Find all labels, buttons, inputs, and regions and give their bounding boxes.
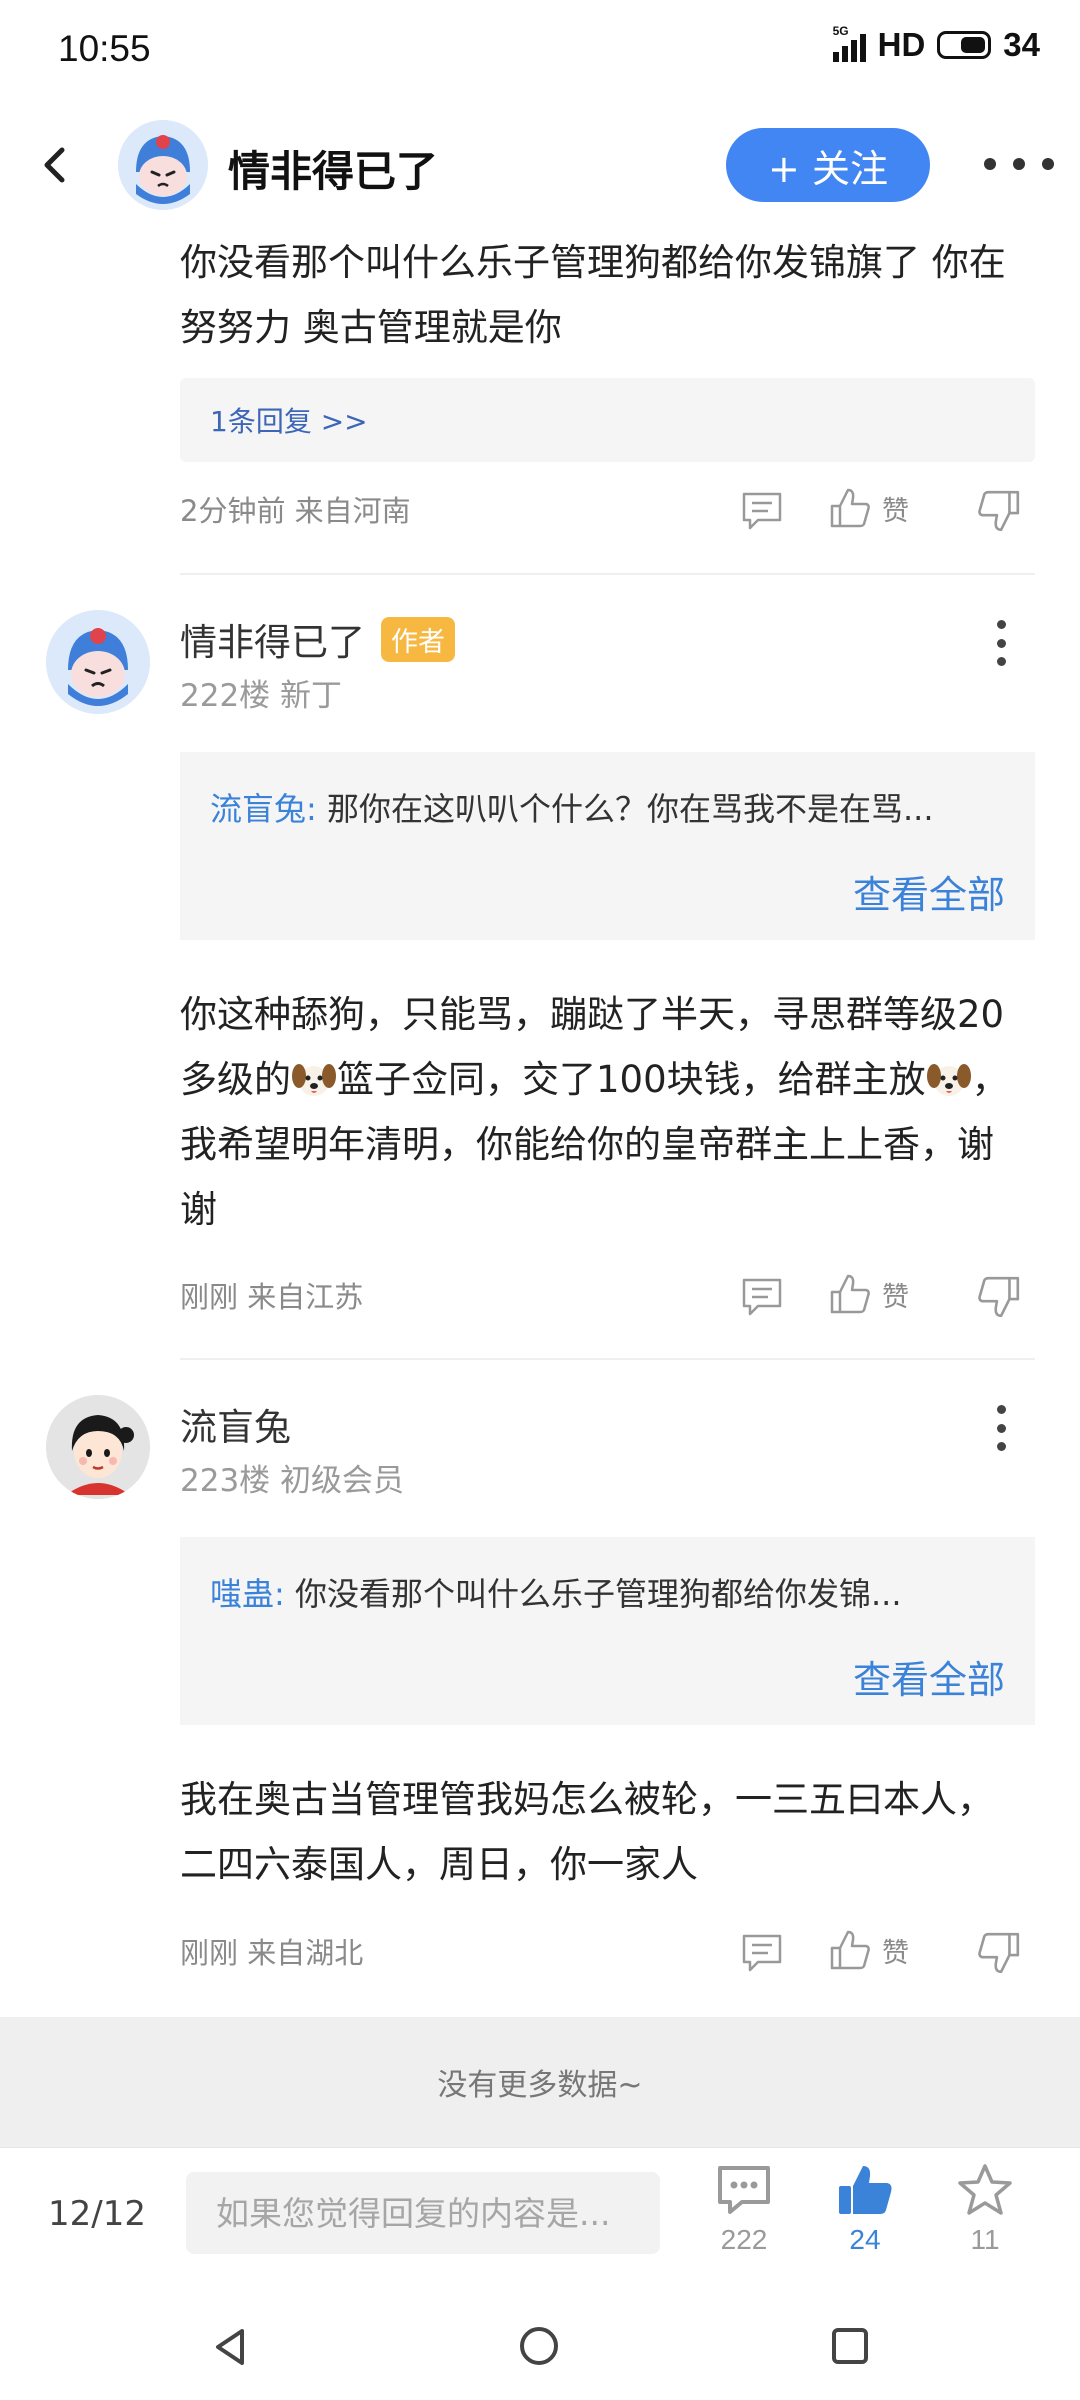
nav-recents-icon[interactable]: [832, 2328, 868, 2364]
favorite-button[interactable]: 11: [940, 2162, 1030, 2256]
top-bar: 情非得已了 + 关注: [0, 100, 1080, 230]
comment-icon[interactable]: [740, 1276, 784, 1318]
reply-input[interactable]: [186, 2172, 660, 2254]
star-icon: [958, 2164, 1012, 2215]
quote-text: 那你在这叭叭个什么？你在骂我不是在骂...: [326, 790, 934, 828]
thumbs-down-icon[interactable]: [976, 1930, 1022, 1976]
comment-text: 你这种舔狗，只能骂，蹦跶了半天，寻思群等级20多级的 篮子佥同，交了100块钱，给…: [180, 982, 1030, 1242]
username-text: 流盲兔: [180, 1406, 291, 1449]
signal-icon: 5G: [832, 24, 866, 62]
comment-icon[interactable]: [740, 490, 784, 532]
like-button[interactable]: 赞: [828, 1272, 909, 1316]
see-all-link[interactable]: 查看全部: [853, 864, 1005, 919]
like-button[interactable]: 赞: [828, 1928, 909, 1972]
thumbs-up-filled-icon: [839, 2166, 892, 2214]
hd-indicator: HD: [877, 26, 926, 63]
quote-line: 嗤蛊: 你没看那个叫什么乐子管理狗都给你发锦...: [210, 1569, 1000, 1615]
thumbs-down-icon[interactable]: [976, 488, 1022, 534]
status-bar: 10:55 5G HD 34: [0, 0, 1080, 100]
more-options-icon[interactable]: [984, 158, 1054, 178]
status-time: 10:55: [58, 28, 151, 69]
comment-actions: 赞: [740, 486, 1030, 536]
dog-emoji-icon: [926, 1064, 971, 1096]
quote-author: 嗤蛊:: [210, 1575, 285, 1613]
likes-button[interactable]: 24: [820, 2162, 910, 2256]
comment-icon[interactable]: [740, 1932, 784, 1974]
status-icons: 5G HD 34: [832, 24, 1040, 64]
comment-text-part: 篮子佥同，交了100块钱，给群主放: [337, 1058, 926, 1101]
replies-link[interactable]: 1条回复 >>: [180, 378, 1035, 462]
cartoon-avatar-icon: [46, 610, 150, 714]
no-more-data-label: 没有更多数据~: [0, 2017, 1080, 2147]
comment-username[interactable]: 情非得已了 作者: [180, 612, 455, 666]
comment-text: 你没看那个叫什么乐子管理狗都给你发锦旗了 你在努努力 奥古管理就是你: [180, 241, 1006, 349]
divider: [180, 1358, 1035, 1360]
floor-info: 223楼 初级会员: [180, 1463, 405, 1499]
nav-home-icon[interactable]: [520, 2327, 558, 2365]
thumbs-down-icon[interactable]: [976, 1274, 1022, 1320]
username-text: 情非得已了: [180, 621, 365, 664]
reply-count-label: 1条回复 >>: [210, 405, 368, 438]
quote-author: 流盲兔:: [210, 790, 317, 828]
author-badge: 作者: [381, 616, 455, 662]
page-title: 情非得已了: [228, 147, 439, 196]
back-icon[interactable]: [30, 140, 80, 190]
like-button[interactable]: 赞: [828, 486, 909, 530]
follow-button[interactable]: + 关注: [726, 128, 930, 202]
quoted-reply[interactable]: 流盲兔: 那你在这叭叭个什么？你在骂我不是在骂... 查看全部: [180, 752, 1035, 940]
battery-level: 34: [1003, 26, 1040, 63]
nav-back-icon[interactable]: [210, 2327, 250, 2367]
like-label: 赞: [882, 1937, 909, 1969]
comment-username[interactable]: 流盲兔: [180, 1397, 291, 1451]
divider: [180, 573, 1035, 575]
bottom-action-bar: 12/12 222 24 11: [0, 2147, 1080, 2297]
thumbs-up-icon: [830, 488, 870, 528]
user-avatar[interactable]: [46, 1395, 150, 1499]
like-label: 赞: [882, 495, 909, 527]
quote-text: 你没看那个叫什么乐子管理狗都给你发锦...: [294, 1575, 902, 1613]
thumbs-up-icon: [830, 1274, 870, 1314]
comment-more-icon[interactable]: [994, 1405, 1008, 1451]
girl-avatar-icon: [46, 1395, 150, 1499]
comment-bubble-icon: [718, 2166, 770, 2214]
comment-meta: 2分钟前 来自河南: [180, 494, 411, 528]
author-avatar[interactable]: [118, 120, 208, 210]
quoted-reply[interactable]: 嗤蛊: 你没看那个叫什么乐子管理狗都给你发锦... 查看全部: [180, 1537, 1035, 1725]
comments-button[interactable]: 222: [699, 2162, 789, 2256]
comment-meta: 刚刚 来自江苏: [180, 1280, 364, 1314]
likes-count: 24: [849, 2224, 881, 2255]
like-label: 赞: [882, 1281, 909, 1313]
network-type: 5G: [832, 24, 849, 38]
see-all-link[interactable]: 查看全部: [853, 1649, 1005, 1704]
dog-emoji-icon: [292, 1064, 336, 1096]
comment-more-icon[interactable]: [994, 620, 1008, 666]
comment-meta: 刚刚 来自湖北: [180, 1936, 364, 1970]
page-indicator[interactable]: 12/12: [48, 2194, 146, 2234]
favorites-count: 11: [970, 2224, 1000, 2255]
comment-text: 我在奥古当管理管我妈怎么被轮，一三五曰本人，二四六泰国人，周日，你一家人: [180, 1778, 994, 1886]
comments-count: 222: [720, 2224, 768, 2255]
user-avatar[interactable]: [46, 610, 150, 714]
system-nav-bar: [0, 2297, 1080, 2400]
cartoon-avatar-icon: [118, 120, 208, 210]
battery-icon: [937, 31, 992, 59]
quote-line: 流盲兔: 那你在这叭叭个什么？你在骂我不是在骂...: [210, 784, 1000, 830]
comment-actions: 赞: [740, 1272, 1030, 1322]
comment-actions: 赞: [740, 1928, 1030, 1978]
floor-info: 222楼 新丁: [180, 678, 343, 714]
thumbs-up-icon: [830, 1930, 870, 1970]
